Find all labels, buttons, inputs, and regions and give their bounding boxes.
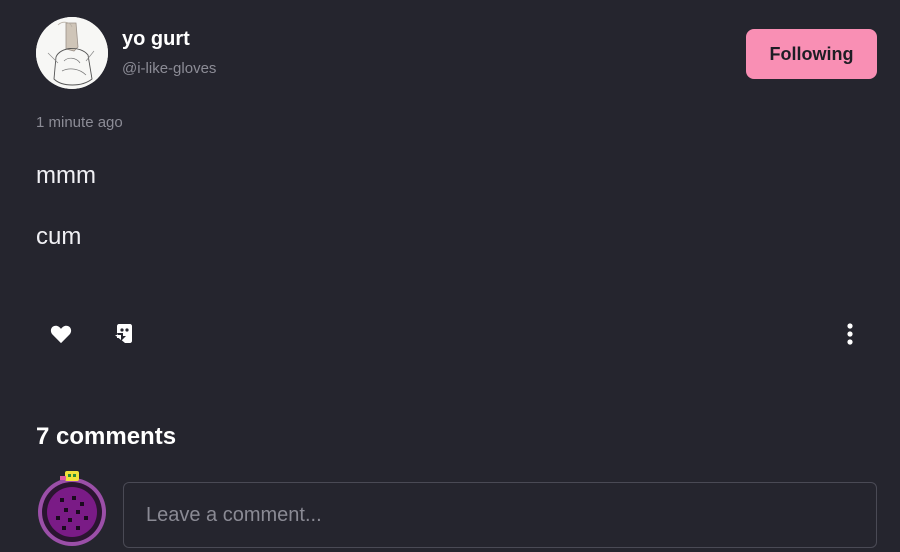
current-user-avatar-image: [38, 471, 106, 546]
heart-icon: [50, 325, 72, 344]
comments-count-heading: 7 comments: [36, 423, 177, 450]
reblog-button[interactable]: [108, 318, 140, 350]
post-card: yo gurt @i-like-gloves Following 1 minut…: [0, 0, 900, 552]
post-text-line: mmm: [36, 162, 96, 189]
author-avatar-image: [36, 17, 108, 89]
reblog-icon: [115, 324, 132, 343]
author-name[interactable]: yo gurt: [122, 28, 190, 51]
more-options-button[interactable]: [834, 318, 866, 350]
more-vertical-icon: [847, 323, 853, 345]
following-button[interactable]: Following: [746, 29, 877, 79]
like-button[interactable]: [45, 318, 77, 350]
author-handle[interactable]: @i-like-gloves: [122, 60, 216, 77]
current-user-avatar[interactable]: [36, 468, 108, 548]
author-avatar[interactable]: [36, 17, 108, 89]
post-timestamp: 1 minute ago: [36, 114, 123, 131]
comment-input[interactable]: [123, 482, 877, 548]
post-text-line: cum: [36, 223, 82, 250]
